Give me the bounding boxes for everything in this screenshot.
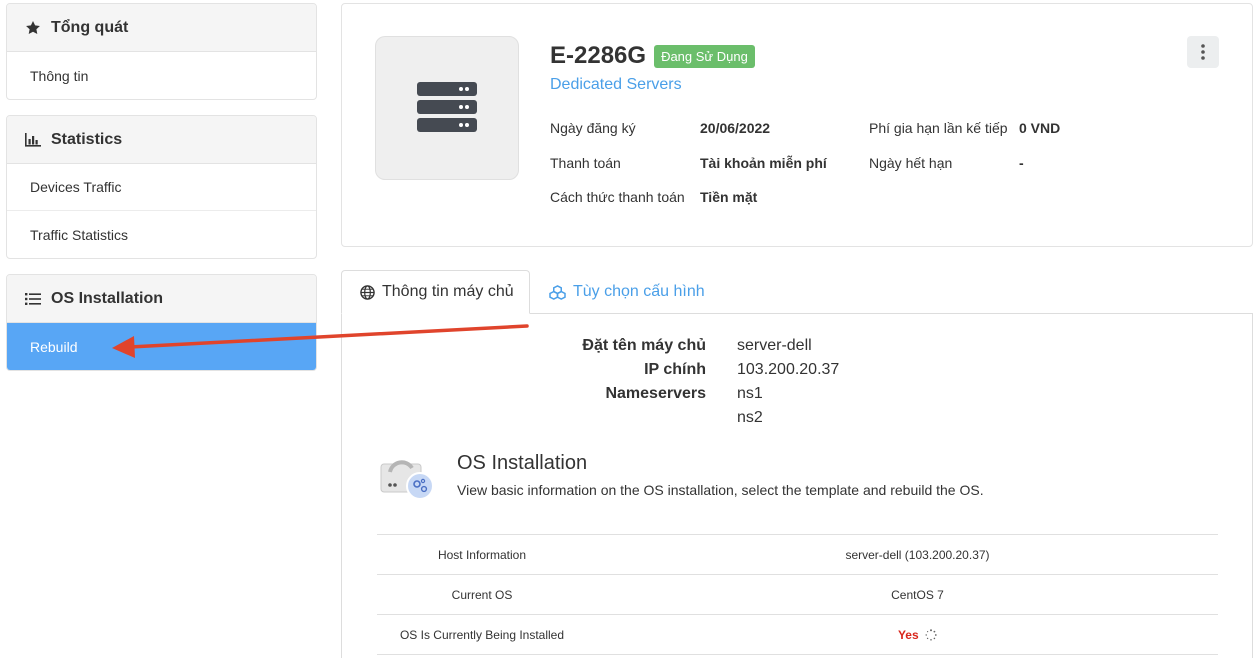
table-bottom-border bbox=[377, 654, 1218, 658]
product-name: E-2286G bbox=[550, 42, 647, 69]
os-installation-panel-header: OS Installation bbox=[7, 275, 316, 323]
statistics-panel-title: Statistics bbox=[51, 130, 123, 148]
kebab-menu-icon bbox=[1201, 44, 1205, 60]
sidebar-item-rebuild[interactable]: Rebuild bbox=[7, 323, 316, 370]
expiry-date-value: - bbox=[1019, 155, 1024, 171]
nameservers-label: Nameservers bbox=[605, 385, 706, 402]
overview-panel: Tổng quát Thông tin bbox=[6, 3, 317, 100]
tab-content: Đặt tên máy chủ server-dell IP chính 103… bbox=[341, 313, 1253, 658]
globe-icon bbox=[360, 284, 375, 300]
os-info-table: Host Information server-dell (103.200.20… bbox=[377, 534, 1218, 658]
payment-label: Thanh toán bbox=[550, 155, 621, 171]
statistics-panel: Statistics Devices Traffic Traffic Stati… bbox=[6, 115, 317, 259]
product-group-link[interactable]: Dedicated Servers bbox=[550, 76, 682, 94]
statistics-panel-header: Statistics bbox=[7, 116, 316, 164]
os-section-description: View basic information on the OS install… bbox=[457, 482, 984, 498]
loading-spinner-icon bbox=[925, 629, 937, 641]
hostname-value: server-dell bbox=[737, 337, 812, 354]
tab-server-info-label: Thông tin máy chủ bbox=[382, 283, 514, 300]
installing-label: OS Is Currently Being Installed bbox=[399, 627, 565, 642]
star-icon bbox=[25, 20, 45, 36]
installing-value: Yes bbox=[587, 628, 1218, 642]
primary-ip-label: IP chính bbox=[644, 361, 706, 378]
reg-date-value: 20/06/2022 bbox=[700, 120, 771, 136]
installing-yes-text: Yes bbox=[897, 627, 919, 642]
bar-chart-icon bbox=[25, 132, 45, 147]
tab-config-options[interactable]: Tùy chọn cấu hình bbox=[549, 270, 705, 314]
reg-date-label: Ngày đăng ký bbox=[550, 120, 636, 136]
sidebar-item-info[interactable]: Thông tin bbox=[7, 52, 316, 99]
table-row: Host Information server-dell (103.200.20… bbox=[377, 534, 1218, 574]
tab-bar: Thông tin máy chủ Tùy chọn cấu hình bbox=[341, 270, 1253, 314]
product-title: E-2286G Đang Sử Dụng bbox=[550, 42, 755, 70]
primary-ip-value: 103.200.20.37 bbox=[737, 361, 840, 378]
os-installation-panel-title: OS Installation bbox=[51, 289, 164, 307]
sidebar-item-traffic-statistics[interactable]: Traffic Statistics bbox=[7, 211, 316, 258]
status-badge: Đang Sử Dụng bbox=[654, 44, 755, 68]
hostname-label: Đặt tên máy chủ bbox=[582, 337, 706, 354]
tab-server-info[interactable]: Thông tin máy chủ bbox=[341, 270, 530, 314]
cubes-icon bbox=[549, 284, 566, 300]
tab-config-options-label: Tùy chọn cấu hình bbox=[573, 283, 705, 300]
table-row: OS Is Currently Being Installed Yes bbox=[377, 614, 1218, 654]
product-card: E-2286G Đang Sử Dụng Dedicated Servers N… bbox=[341, 3, 1253, 247]
nameserver-2: ns2 bbox=[737, 409, 763, 426]
renewal-fee-label: Phí gia hạn lần kế tiếp bbox=[869, 120, 1008, 136]
list-icon bbox=[25, 292, 45, 306]
sidebar-item-devices-traffic[interactable]: Devices Traffic bbox=[7, 164, 316, 211]
current-os-value: CentOS 7 bbox=[891, 587, 944, 602]
renewal-fee-value: 0 VND bbox=[1019, 120, 1061, 136]
current-os-label: Current OS bbox=[451, 587, 513, 602]
os-install-icon bbox=[380, 450, 436, 502]
product-image bbox=[375, 36, 519, 180]
host-info-value: server-dell (103.200.20.37) bbox=[845, 547, 990, 562]
table-row: Current OS CentOS 7 bbox=[377, 574, 1218, 614]
server-icon bbox=[417, 82, 477, 132]
os-section-title: OS Installation bbox=[457, 452, 588, 474]
host-info-label: Host Information bbox=[437, 547, 527, 562]
more-options-button[interactable] bbox=[1187, 36, 1219, 68]
expiry-date-label: Ngày hết hạn bbox=[869, 155, 953, 171]
payment-method-value: Tiền mặt bbox=[700, 189, 758, 205]
os-installation-panel: OS Installation Rebuild bbox=[6, 274, 317, 371]
payment-value: Tài khoản miễn phí bbox=[700, 155, 827, 171]
overview-panel-title: Tổng quát bbox=[51, 18, 129, 36]
payment-method-label: Cách thức thanh toán bbox=[550, 189, 685, 205]
nameserver-1: ns1 bbox=[737, 385, 763, 402]
overview-panel-header: Tổng quát bbox=[7, 4, 316, 52]
